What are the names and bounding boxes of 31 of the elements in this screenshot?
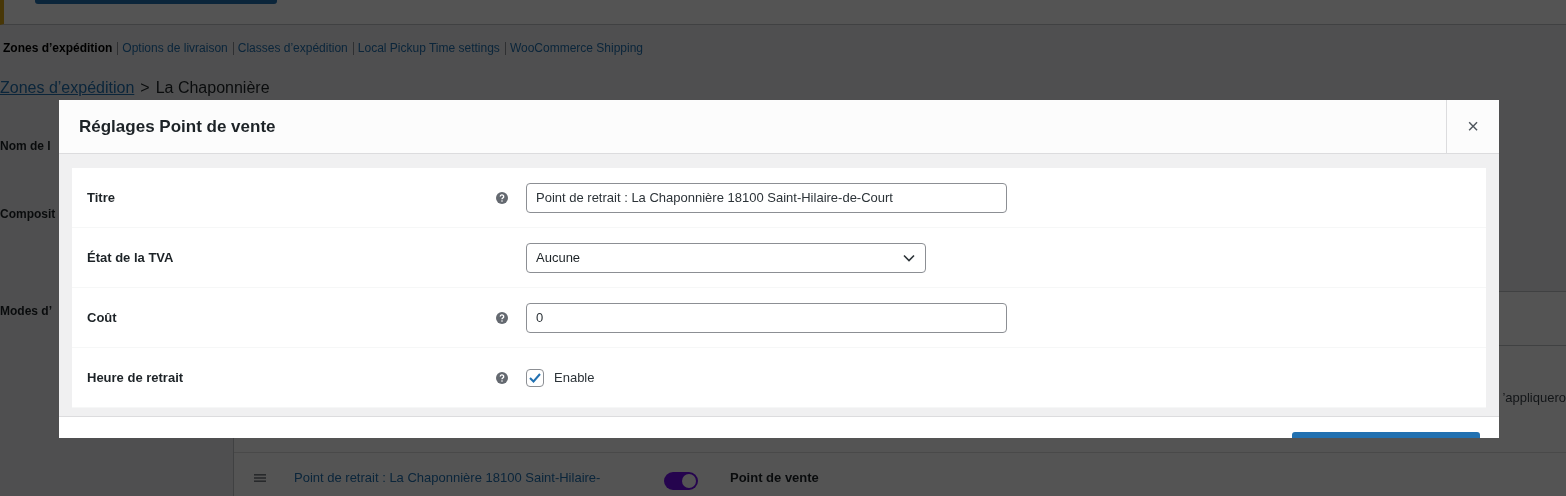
field-label: État de la TVA	[86, 250, 175, 265]
breadcrumb-separator: >	[140, 79, 150, 97]
nav-link[interactable]: Options de livraison	[122, 41, 228, 55]
method-title-link[interactable]: Point de retrait : La Chaponnière 18100 Saint-Hilaire-	[294, 467, 634, 489]
breadcrumb-current: La Chaponnière	[155, 79, 270, 97]
nav-link[interactable]: Classes d’expédition	[237, 41, 348, 55]
checkbox[interactable]	[526, 368, 544, 387]
toggle-switch[interactable]	[664, 472, 698, 490]
text-field[interactable]: 0	[526, 302, 1007, 333]
text-field[interactable]: Point de retrait : La Chaponnière 18100 Saint-Hilaire-de-Court	[526, 182, 1007, 213]
method-name: Point de vente	[730, 469, 819, 487]
close-button[interactable]: ×	[1446, 100, 1499, 153]
checkbox-label: Enable	[554, 370, 595, 385]
nav-link[interactable]: Local Pickup Time settings	[357, 41, 500, 55]
select-field[interactable]: Aucune	[526, 242, 926, 273]
drag-handle-icon[interactable]	[254, 473, 266, 483]
method-description: ’appliquero	[1502, 390, 1566, 405]
field-label: Composit	[0, 207, 56, 223]
nav-link[interactable]: WooCommerce Shipping	[509, 41, 644, 55]
field-label: Titre	[86, 190, 116, 205]
field-label: Nom de l	[0, 139, 51, 155]
nav-link[interactable]: Zones d’expédition	[3, 41, 113, 55]
chevron-down-icon	[903, 253, 915, 262]
help-icon[interactable]	[496, 371, 508, 384]
modal-title: Réglages Point de vente	[79, 116, 276, 137]
breadcrumb-link[interactable]: Zones d’expédition	[0, 79, 135, 97]
field-label: Coût	[86, 310, 118, 325]
help-icon[interactable]	[496, 191, 508, 204]
field-label: Modes d’	[0, 304, 52, 318]
help-icon[interactable]	[496, 311, 508, 324]
field-label: Heure de retrait	[86, 370, 185, 385]
